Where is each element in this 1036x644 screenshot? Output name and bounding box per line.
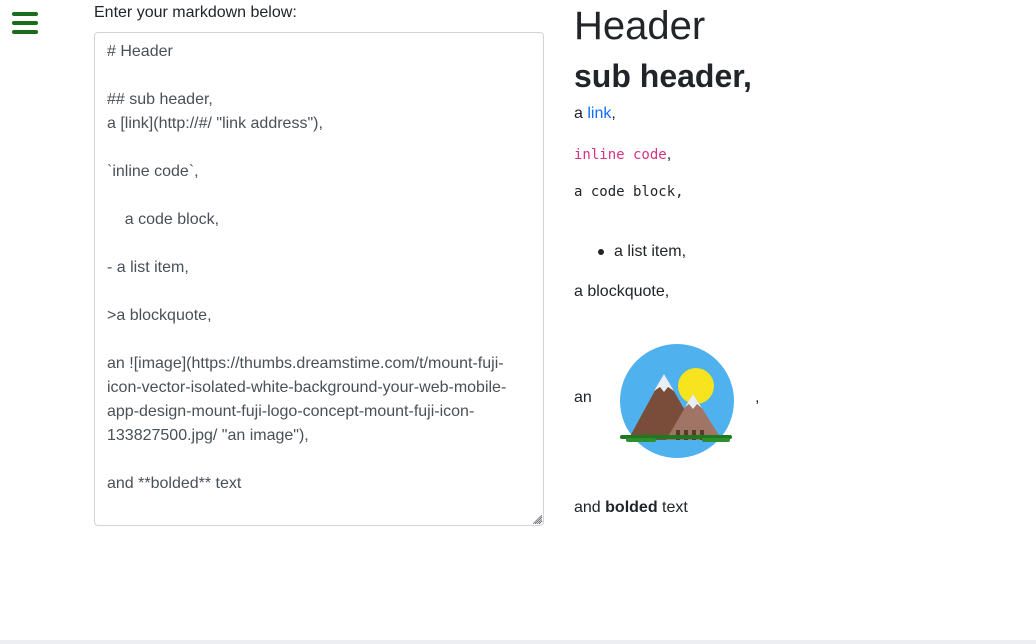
preview-header: Header: [574, 4, 706, 48]
preview-image-paragraph: an ,: [574, 340, 774, 460]
bold-prefix: and: [574, 499, 601, 516]
preview-link-paragraph: a link,: [574, 102, 616, 126]
preview-code-block: a code block,: [574, 184, 684, 200]
mount-fuji-icon: [620, 344, 734, 458]
image-prefix: an: [574, 389, 592, 406]
preview-bold-paragraph: and bolded text: [574, 496, 688, 520]
editor-label: Enter your markdown below:: [94, 4, 297, 21]
preview-inline-code-paragraph: inline code,: [574, 143, 671, 167]
link-suffix: ,: [611, 105, 616, 122]
inline-code-suffix: ,: [666, 146, 672, 163]
preview-link[interactable]: link: [587, 105, 611, 122]
link-prefix: a: [574, 105, 583, 122]
bottom-divider: [0, 640, 1036, 644]
hamburger-menu-icon[interactable]: [12, 12, 38, 34]
image-suffix: ,: [755, 389, 760, 406]
preview-blockquote: a blockquote,: [574, 283, 670, 300]
preview-list: a list item,: [574, 240, 686, 264]
app-root: Enter your markdown below: Header sub he…: [0, 0, 1036, 644]
markdown-input[interactable]: [94, 32, 544, 526]
preview-subheader: sub header,: [574, 58, 752, 94]
preview-inline-code: inline code: [574, 147, 667, 163]
bold-suffix: text: [662, 499, 688, 516]
list-item: a list item,: [574, 240, 686, 264]
preview-bold-text: bolded: [605, 499, 658, 516]
